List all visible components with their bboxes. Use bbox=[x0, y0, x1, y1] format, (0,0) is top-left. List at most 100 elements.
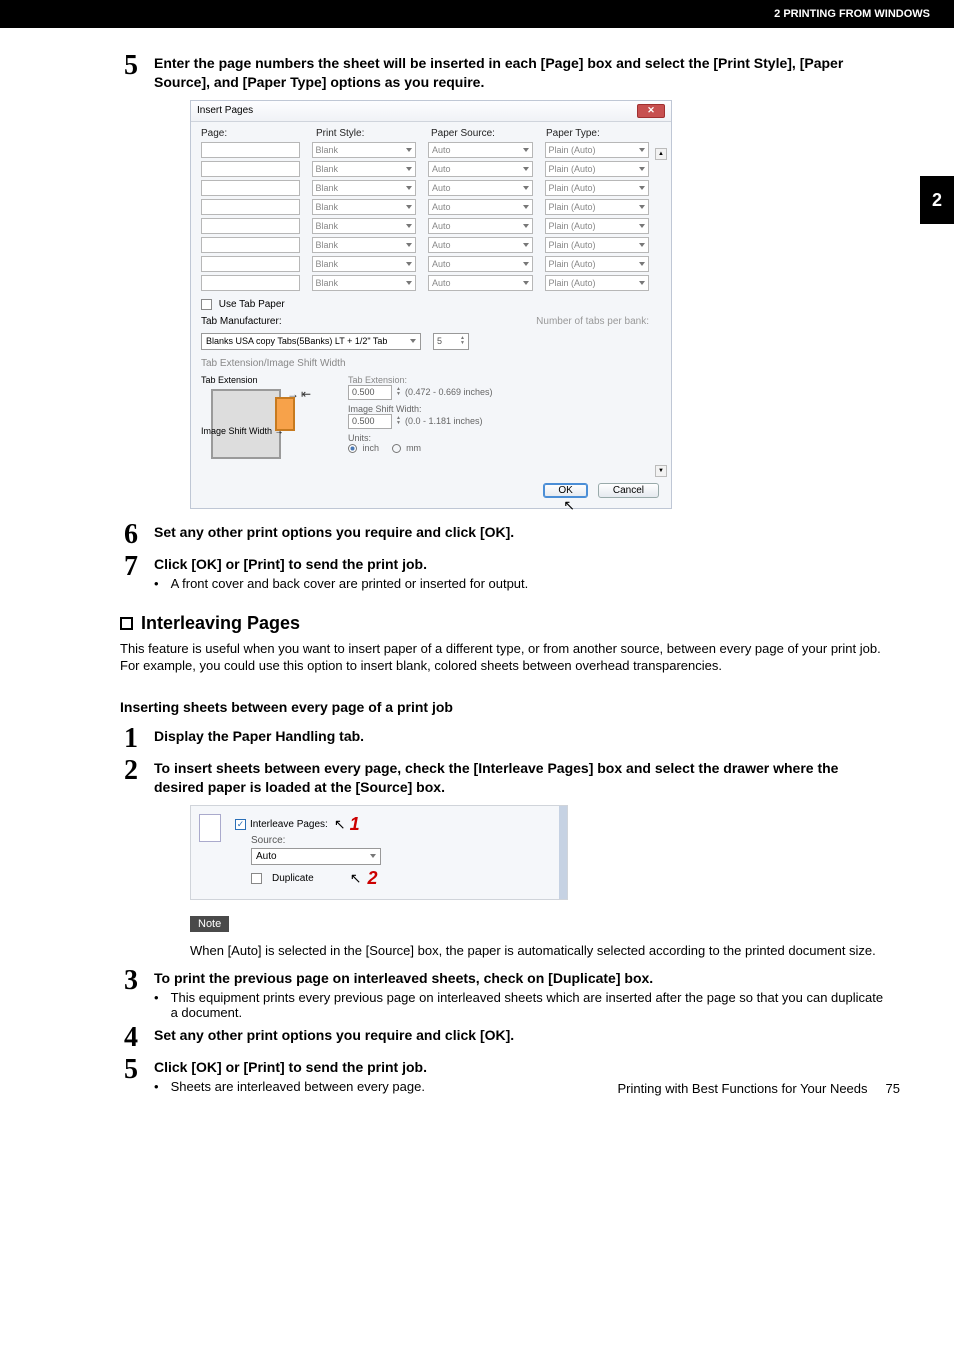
image-shift-field[interactable]: 0.500 bbox=[348, 414, 392, 429]
istep-3-bullet: This equipment prints every previous pag… bbox=[171, 990, 890, 1020]
print-style-select[interactable]: Blank bbox=[312, 275, 417, 291]
chevron-down-icon bbox=[406, 148, 412, 152]
tabs-per-bank-label: Number of tabs per bank: bbox=[536, 316, 649, 327]
cursor-icon: ↖ bbox=[334, 816, 346, 833]
footer-page-number: 75 bbox=[886, 1081, 900, 1096]
spinner-arrows-icon: ▲▼ bbox=[460, 336, 465, 346]
dialog-title: Insert Pages bbox=[197, 105, 253, 116]
page-input[interactable] bbox=[201, 237, 300, 253]
paper-type-select[interactable]: Plain (Auto) bbox=[545, 180, 650, 196]
step-6-title: Set any other print options you require … bbox=[154, 523, 890, 542]
print-style-select[interactable]: Blank bbox=[312, 161, 417, 177]
source-select[interactable]: Auto bbox=[251, 848, 381, 865]
tab-manufacturer-label: Tab Manufacturer: bbox=[201, 316, 282, 327]
paper-source-select[interactable]: Auto bbox=[428, 218, 533, 234]
tab-diagram-icon bbox=[211, 389, 281, 459]
spinner-arrows-icon[interactable]: ▲▼ bbox=[396, 387, 401, 397]
ok-button[interactable]: OK bbox=[543, 483, 587, 498]
chevron-down-icon bbox=[639, 281, 645, 285]
interleaving-paragraph: This feature is useful when you want to … bbox=[120, 640, 890, 675]
paper-source-select[interactable]: Auto bbox=[428, 161, 533, 177]
paper-type-select[interactable]: Plain (Auto) bbox=[545, 275, 650, 291]
footer-text: Printing with Best Functions for Your Ne… bbox=[618, 1081, 868, 1096]
chevron-down-icon bbox=[406, 186, 412, 190]
istep-4-title: Set any other print options you require … bbox=[154, 1026, 890, 1045]
page-input[interactable] bbox=[201, 256, 300, 272]
page-input[interactable] bbox=[201, 275, 300, 291]
scrollbar[interactable]: ▲ ▼ bbox=[655, 148, 667, 477]
step-7-title: Click [OK] or [Print] to send the print … bbox=[154, 555, 890, 574]
image-shift-range: (0.0 - 1.181 inches) bbox=[405, 416, 483, 426]
page-footer: Printing with Best Functions for Your Ne… bbox=[618, 1081, 901, 1096]
paper-type-select[interactable]: Plain (Auto) bbox=[545, 256, 650, 272]
print-style-select[interactable]: Blank bbox=[312, 142, 417, 158]
paper-type-select[interactable]: Plain (Auto) bbox=[545, 237, 650, 253]
close-button[interactable]: ✕ bbox=[637, 104, 665, 118]
istep-number-5: 5 bbox=[120, 1056, 142, 1094]
paper-source-select[interactable]: Auto bbox=[428, 180, 533, 196]
cancel-button[interactable]: Cancel bbox=[598, 483, 659, 498]
col-paper-type: Paper Type: bbox=[546, 128, 649, 139]
chevron-down-icon bbox=[639, 224, 645, 228]
page-input[interactable] bbox=[201, 180, 300, 196]
scroll-up-icon[interactable]: ▲ bbox=[655, 148, 667, 160]
bullet-icon bbox=[154, 990, 163, 1020]
paper-type-select[interactable]: Plain (Auto) bbox=[545, 218, 650, 234]
istep-5-bullet: Sheets are interleaved between every pag… bbox=[171, 1079, 425, 1094]
duplicate-checkbox[interactable] bbox=[251, 873, 262, 884]
paper-type-select[interactable]: Plain (Auto) bbox=[545, 142, 650, 158]
note-badge: Note bbox=[190, 916, 229, 932]
tabs-per-bank-spinner[interactable]: 5 ▲▼ bbox=[433, 333, 469, 350]
tab-extension-field[interactable]: 0.500 bbox=[348, 385, 392, 400]
chevron-down-icon bbox=[406, 262, 412, 266]
source-label: Source: bbox=[251, 835, 557, 846]
interleave-pages-checkbox[interactable]: ✓ Interleave Pages: bbox=[235, 819, 328, 830]
print-style-select[interactable]: Blank bbox=[312, 256, 417, 272]
print-style-select[interactable]: Blank bbox=[312, 218, 417, 234]
page-input[interactable] bbox=[201, 161, 300, 177]
istep-number-3: 3 bbox=[120, 967, 142, 1020]
bullet-icon bbox=[154, 576, 163, 591]
chevron-down-icon bbox=[406, 224, 412, 228]
cursor-icon: ↖ bbox=[563, 497, 575, 514]
unit-mm-radio[interactable] bbox=[392, 444, 401, 453]
interleaving-subheading: Inserting sheets between every page of a… bbox=[120, 699, 890, 715]
tab-manufacturer-select[interactable]: Blanks USA copy Tabs(5Banks) LT + 1/2" T… bbox=[201, 333, 421, 350]
chevron-down-icon bbox=[523, 167, 529, 171]
paper-source-select[interactable]: Auto bbox=[428, 142, 533, 158]
paper-type-select[interactable]: Plain (Auto) bbox=[545, 199, 650, 215]
unit-inch-label: inch bbox=[363, 443, 380, 453]
paper-type-select[interactable]: Plain (Auto) bbox=[545, 161, 650, 177]
use-tab-paper-label: Use Tab Paper bbox=[219, 299, 285, 310]
paper-source-select[interactable]: Auto bbox=[428, 275, 533, 291]
unit-inch-radio[interactable] bbox=[348, 444, 357, 453]
page-input[interactable] bbox=[201, 199, 300, 215]
print-style-select[interactable]: Blank bbox=[312, 180, 417, 196]
callout-1: 1 bbox=[350, 814, 360, 835]
print-style-select[interactable]: Blank bbox=[312, 199, 417, 215]
print-style-select[interactable]: Blank bbox=[312, 237, 417, 253]
chevron-down-icon bbox=[639, 262, 645, 266]
unit-mm-label: mm bbox=[406, 443, 421, 453]
scroll-down-icon[interactable]: ▼ bbox=[655, 465, 667, 477]
paper-source-select[interactable]: Auto bbox=[428, 237, 533, 253]
use-tab-paper-checkbox[interactable] bbox=[201, 299, 212, 310]
chevron-down-icon bbox=[639, 205, 645, 209]
col-print-style: Print Style: bbox=[316, 128, 419, 139]
chevron-down-icon bbox=[523, 148, 529, 152]
chevron-down-icon bbox=[639, 243, 645, 247]
page-input[interactable] bbox=[201, 218, 300, 234]
tab-extension-diagram-label: Tab Extension bbox=[201, 375, 258, 385]
chevron-down-icon bbox=[410, 339, 416, 343]
step-5-title: Enter the page numbers the sheet will be… bbox=[154, 54, 890, 92]
interleave-pages-label: Interleave Pages: bbox=[250, 819, 328, 830]
spinner-arrows-icon[interactable]: ▲▼ bbox=[396, 416, 401, 426]
col-paper-source: Paper Source: bbox=[431, 128, 534, 139]
chevron-down-icon bbox=[639, 167, 645, 171]
page-input[interactable] bbox=[201, 142, 300, 158]
callout-2: 2 bbox=[367, 868, 377, 889]
paper-source-select[interactable]: Auto bbox=[428, 199, 533, 215]
document-icon bbox=[199, 814, 221, 842]
page-header: 2 PRINTING FROM WINDOWS bbox=[0, 0, 954, 28]
paper-source-select[interactable]: Auto bbox=[428, 256, 533, 272]
